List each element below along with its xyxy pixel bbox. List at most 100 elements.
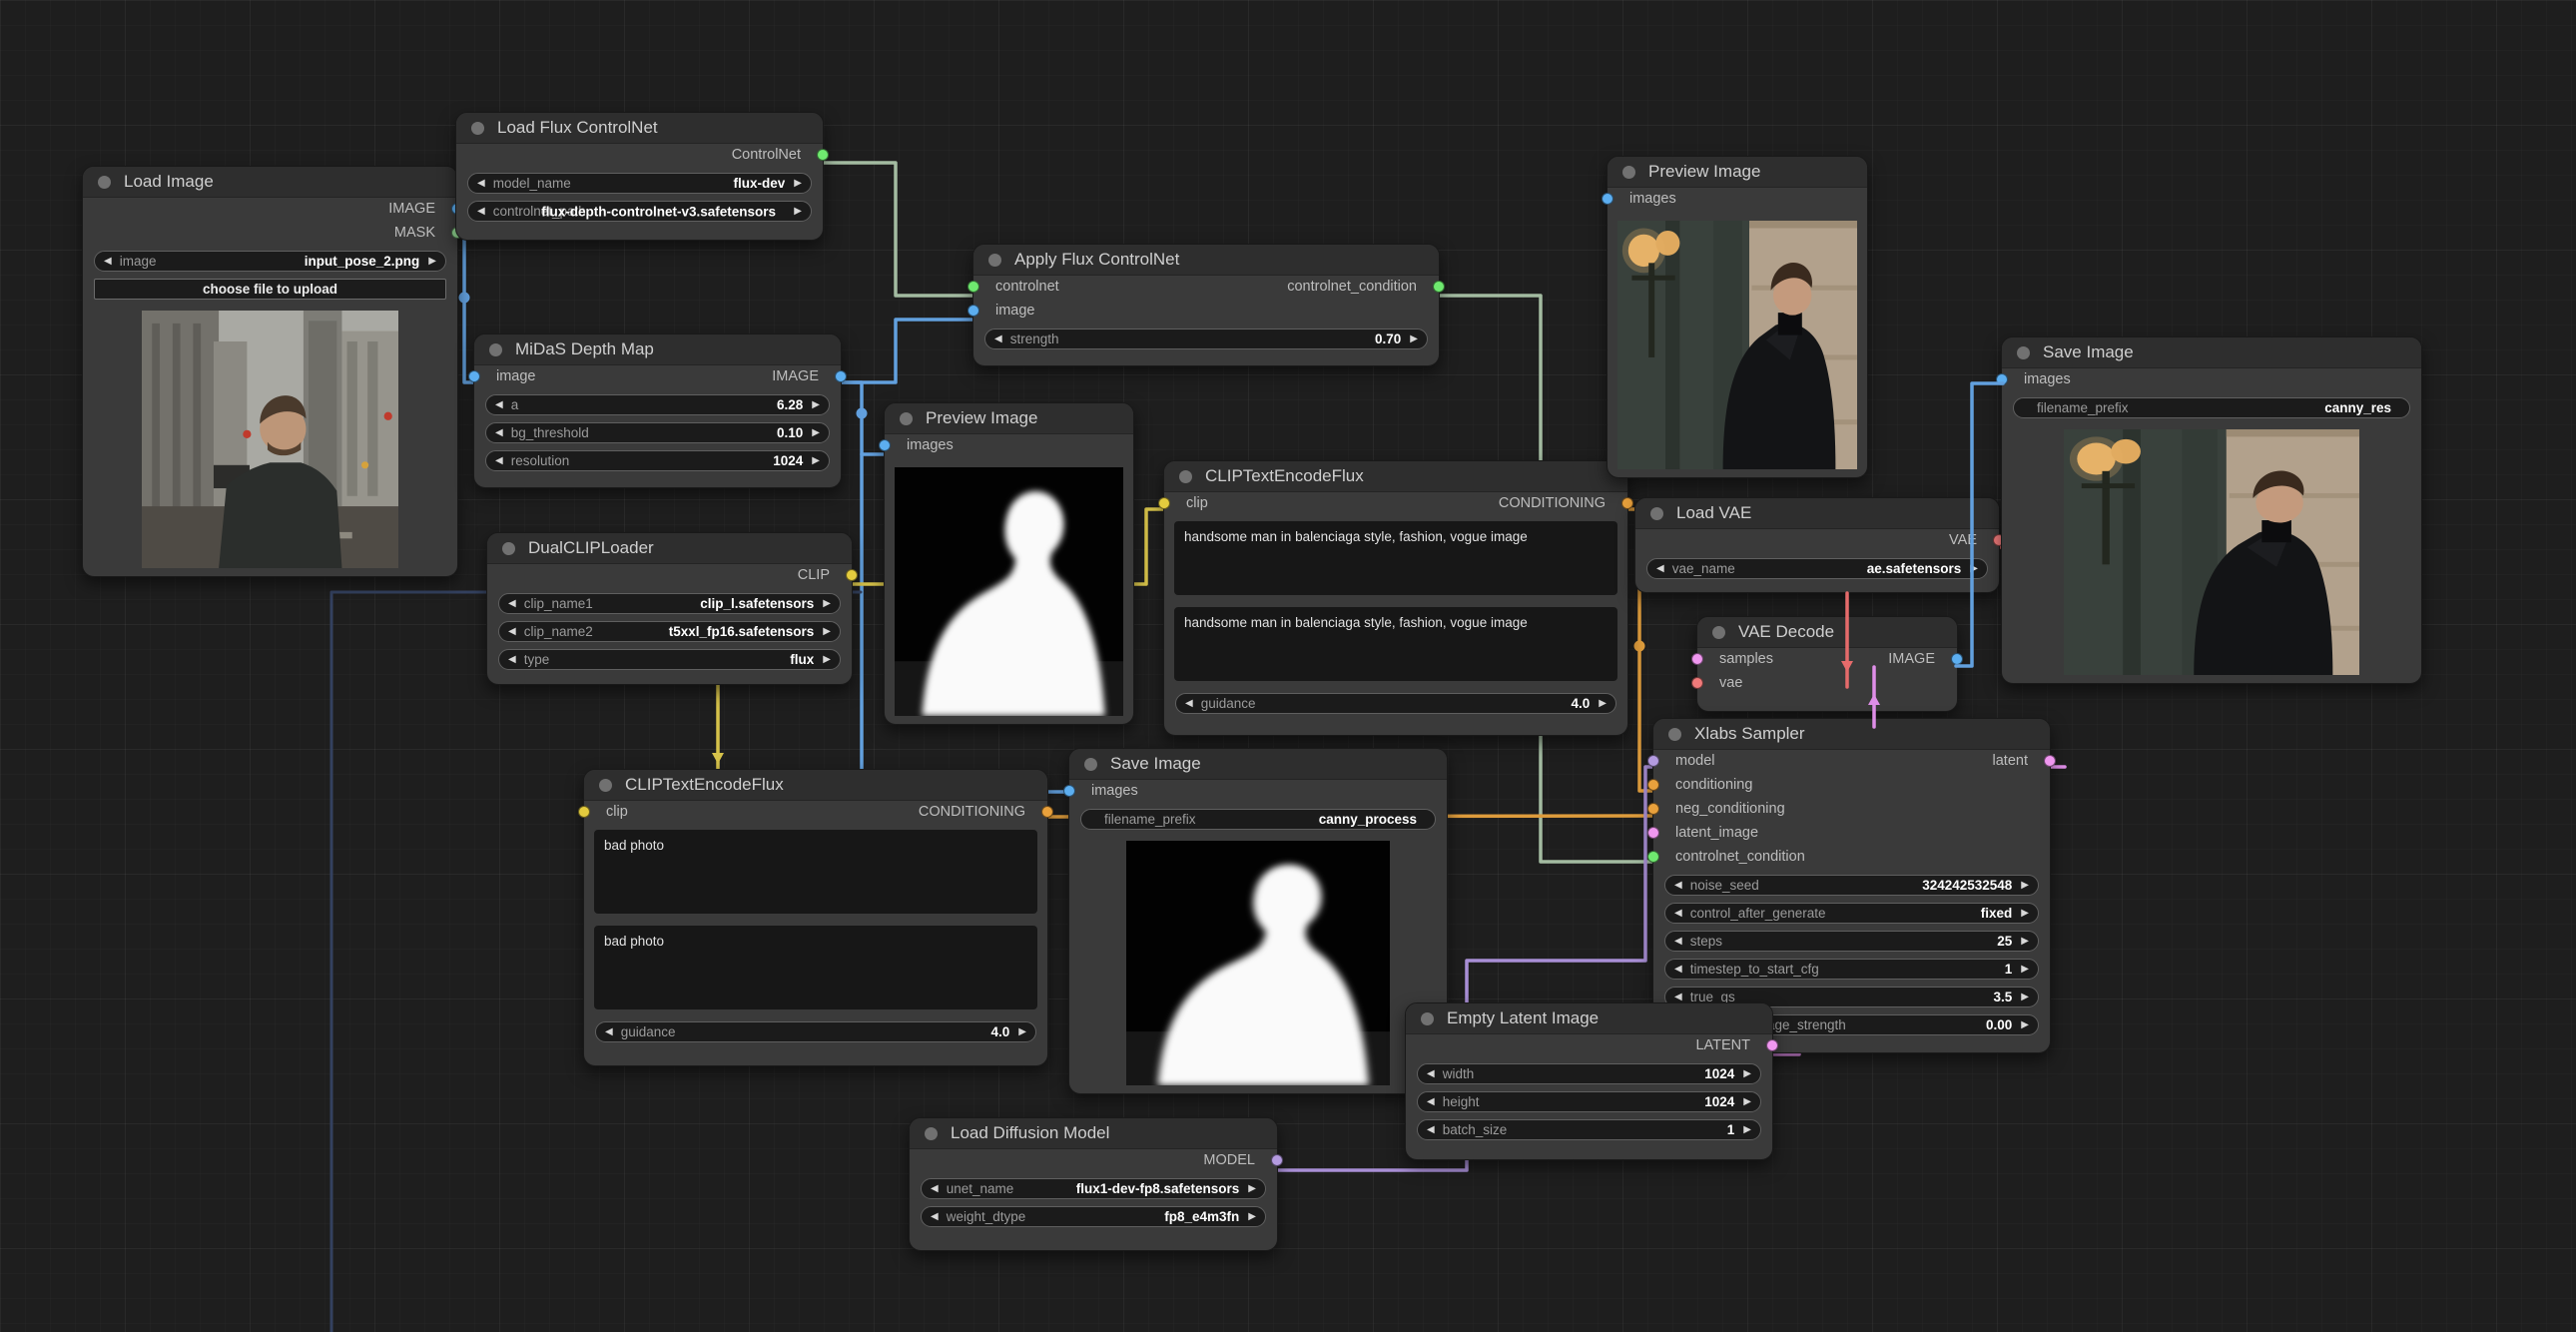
increment-arrow-icon[interactable]: ▶: [2021, 965, 2029, 975]
output-dot-IMAGE-icon[interactable]: [1951, 653, 1963, 665]
node-titlebar[interactable]: DualCLIPLoader: [487, 533, 852, 564]
increment-arrow-icon[interactable]: ▶: [2021, 993, 2029, 1002]
collapse-dot-icon[interactable]: [1084, 758, 1097, 771]
node-titlebar[interactable]: Load Flux ControlNet: [456, 113, 823, 144]
decrement-arrow-icon[interactable]: ◀: [994, 334, 1002, 344]
widget-value[interactable]: 3.5: [1994, 990, 2013, 1004]
node-midas-depth-map[interactable]: MiDaS Depth MapimageIMAGE◀a6.28▶◀bg_thre…: [473, 333, 842, 488]
increment-arrow-icon[interactable]: ▶: [1018, 1027, 1026, 1037]
prompt-textarea[interactable]: handsome man in balenciaga style, fashio…: [1174, 607, 1617, 681]
node-load-flux-controlnet[interactable]: Load Flux ControlNetControlNet◀model_nam…: [455, 112, 824, 241]
increment-arrow-icon[interactable]: ▶: [1599, 699, 1607, 709]
collapse-dot-icon[interactable]: [599, 779, 612, 792]
increment-arrow-icon[interactable]: ▶: [2021, 937, 2029, 947]
node-empty-latent-image[interactable]: Empty Latent ImageLATENT◀width1024▶◀heig…: [1405, 1002, 1773, 1160]
decrement-arrow-icon[interactable]: ◀: [1674, 881, 1682, 891]
widget-value[interactable]: 4.0: [991, 1024, 1010, 1039]
widget-value[interactable]: 0.70: [1375, 332, 1401, 346]
decrement-arrow-icon[interactable]: ◀: [1674, 965, 1682, 975]
collapse-dot-icon[interactable]: [925, 1127, 938, 1140]
widget-controlnet_path[interactable]: ◀controlnet_pathflux-depth-controlnet-v3…: [467, 201, 812, 222]
upload-button[interactable]: choose file to upload: [94, 279, 446, 300]
widget-value[interactable]: canny_res: [2324, 400, 2391, 415]
increment-arrow-icon[interactable]: ▶: [1248, 1184, 1256, 1194]
input-dot-image-icon[interactable]: [967, 305, 979, 317]
widget-value[interactable]: 1024: [1704, 1094, 1734, 1109]
node-titlebar[interactable]: Load VAE: [1635, 498, 1999, 529]
input-dot-vae-icon[interactable]: [1691, 677, 1703, 689]
increment-arrow-icon[interactable]: ▶: [428, 257, 436, 267]
widget-bg_threshold[interactable]: ◀bg_threshold0.10▶: [485, 422, 830, 443]
widget-clip_name1[interactable]: ◀clip_name1clip_l.safetensors▶: [498, 593, 841, 614]
node-load-image[interactable]: Load ImageIMAGEMASK◀imageinput_pose_2.pn…: [82, 166, 458, 577]
node-titlebar[interactable]: Preview Image: [885, 403, 1133, 434]
node-apply-flux-controlnet[interactable]: Apply Flux ControlNetcontrolnetcontrolne…: [972, 244, 1440, 366]
input-dot-clip-icon[interactable]: [578, 806, 590, 818]
decrement-arrow-icon[interactable]: ◀: [931, 1184, 939, 1194]
node-dual-clip-loader[interactable]: DualCLIPLoaderCLIP◀clip_name1clip_l.safe…: [486, 532, 853, 685]
decrement-arrow-icon[interactable]: ◀: [495, 400, 503, 410]
decrement-arrow-icon[interactable]: ◀: [1185, 699, 1193, 709]
widget-image[interactable]: ◀imageinput_pose_2.png▶: [94, 251, 446, 272]
collapse-dot-icon[interactable]: [1712, 626, 1725, 639]
increment-arrow-icon[interactable]: ▶: [2021, 1020, 2029, 1030]
decrement-arrow-icon[interactable]: ◀: [1674, 909, 1682, 919]
prompt-textarea[interactable]: handsome man in balenciaga style, fashio…: [1174, 521, 1617, 595]
node-preview-image-result[interactable]: Preview Imageimages: [1607, 156, 1868, 478]
node-preview-image-depth[interactable]: Preview Imageimages: [884, 402, 1134, 725]
widget-vae_name[interactable]: ◀vae_nameae.safetensors▶: [1646, 558, 1988, 579]
decrement-arrow-icon[interactable]: ◀: [1427, 1125, 1435, 1135]
output-dot-controlnet_condition-icon[interactable]: [1433, 281, 1445, 293]
input-dot-controlnet-icon[interactable]: [967, 281, 979, 293]
widget-timestep_to_start_cfg[interactable]: ◀timestep_to_start_cfg1▶: [1664, 959, 2039, 980]
collapse-dot-icon[interactable]: [1179, 470, 1192, 483]
widget-value[interactable]: flux-depth-controlnet-v3.safetensors: [541, 204, 776, 219]
widget-width[interactable]: ◀width1024▶: [1417, 1063, 1761, 1084]
collapse-dot-icon[interactable]: [502, 542, 515, 555]
widget-value[interactable]: 0.00: [1986, 1017, 2012, 1032]
widget-resolution[interactable]: ◀resolution1024▶: [485, 450, 830, 471]
widget-value[interactable]: fixed: [1981, 906, 2013, 921]
widget-value[interactable]: 25: [1997, 934, 2012, 949]
increment-arrow-icon[interactable]: ▶: [1410, 334, 1418, 344]
input-dot-neg_conditioning-icon[interactable]: [1647, 803, 1659, 815]
widget-steps[interactable]: ◀steps25▶: [1664, 931, 2039, 952]
widget-value[interactable]: input_pose_2.png: [305, 254, 420, 269]
node-vae-decode[interactable]: VAE DecodesamplesIMAGEvae: [1696, 616, 1958, 712]
node-titlebar[interactable]: Save Image: [1069, 749, 1447, 780]
node-titlebar[interactable]: Xlabs Sampler: [1653, 719, 2050, 750]
increment-arrow-icon[interactable]: ▶: [2021, 881, 2029, 891]
widget-value[interactable]: 4.0: [1572, 696, 1591, 711]
collapse-dot-icon[interactable]: [471, 122, 484, 135]
decrement-arrow-icon[interactable]: ◀: [477, 179, 485, 189]
collapse-dot-icon[interactable]: [1650, 507, 1663, 520]
decrement-arrow-icon[interactable]: ◀: [1674, 937, 1682, 947]
node-titlebar[interactable]: Apply Flux ControlNet: [973, 245, 1439, 276]
collapse-dot-icon[interactable]: [2017, 346, 2030, 359]
input-dot-images-icon[interactable]: [1602, 193, 1613, 205]
input-dot-controlnet_condition-icon[interactable]: [1647, 851, 1659, 863]
output-dot-ControlNet-icon[interactable]: [817, 149, 829, 161]
output-dot-IMAGE-icon[interactable]: [835, 370, 847, 382]
collapse-dot-icon[interactable]: [988, 254, 1001, 267]
output-dot-LATENT-icon[interactable]: [1766, 1039, 1778, 1051]
decrement-arrow-icon[interactable]: ◀: [508, 599, 516, 609]
widget-value[interactable]: 1: [2005, 962, 2013, 977]
node-load-diffusion-model[interactable]: Load Diffusion ModelMODEL◀unet_nameflux1…: [909, 1117, 1278, 1251]
input-dot-model-icon[interactable]: [1647, 755, 1659, 767]
input-dot-samples-icon[interactable]: [1691, 653, 1703, 665]
widget-value[interactable]: clip_l.safetensors: [700, 596, 814, 611]
widget-guidance[interactable]: ◀guidance4.0▶: [1175, 693, 1616, 714]
node-clip-text-encode-flux-neg[interactable]: CLIPTextEncodeFluxclipCONDITIONINGbad ph…: [583, 769, 1048, 1066]
increment-arrow-icon[interactable]: ▶: [812, 428, 820, 438]
collapse-dot-icon[interactable]: [98, 176, 111, 189]
increment-arrow-icon[interactable]: ▶: [823, 627, 831, 637]
widget-value[interactable]: 1024: [1704, 1066, 1734, 1081]
widget-filename_prefix[interactable]: filename_prefixcanny_process: [1080, 809, 1436, 830]
node-titlebar[interactable]: Preview Image: [1608, 157, 1867, 188]
collapse-dot-icon[interactable]: [900, 412, 913, 425]
widget-value[interactable]: 1: [1727, 1122, 1735, 1137]
widget-filename_prefix[interactable]: filename_prefixcanny_res: [2013, 397, 2410, 418]
decrement-arrow-icon[interactable]: ◀: [508, 655, 516, 665]
node-titlebar[interactable]: MiDaS Depth Map: [474, 334, 841, 365]
